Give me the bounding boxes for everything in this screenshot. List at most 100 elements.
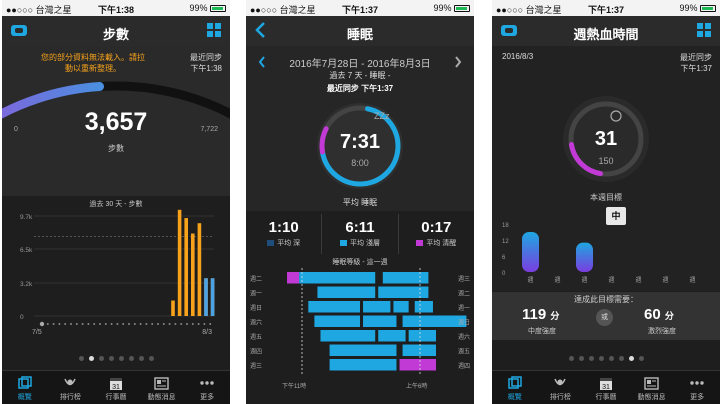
timeline-dot	[180, 323, 183, 325]
timeline-dot	[99, 323, 101, 325]
steps-bar-chart[interactable]: 9.7k 6.5k 3.2k 0	[2, 208, 230, 333]
calendar-icon: 31	[583, 374, 629, 392]
page-dots[interactable]	[492, 348, 720, 366]
goal-level-badge[interactable]: 中	[606, 207, 626, 225]
timeline-dot	[52, 323, 55, 325]
bar	[576, 242, 593, 272]
more-icon	[184, 374, 230, 392]
sleep-segment	[402, 344, 436, 356]
timeline-start	[39, 321, 45, 327]
arc-progress	[2, 82, 105, 119]
sleep-segment	[317, 286, 376, 298]
day-label: 週	[635, 276, 641, 284]
sleep-avg-label: 平均 睡眠	[342, 198, 378, 207]
day-label-right: 週一	[458, 304, 470, 312]
battery-icon	[454, 5, 470, 13]
tab-label: 排行榜	[549, 394, 571, 401]
tab-more[interactable]: 更多	[184, 371, 230, 404]
sleep-segment	[329, 344, 397, 356]
y-tick-label: 0	[502, 271, 506, 277]
steps-screen: ●●○○○ 台灣之星 下午1:38 99% 步數 您的部分資料無法載入。請拉動以…	[2, 0, 230, 404]
timeline-dot	[46, 323, 49, 325]
timeline-dot	[157, 323, 159, 325]
stat-label: 平均 深	[277, 240, 301, 247]
light-swatch	[340, 240, 348, 247]
sleep-segment	[363, 301, 391, 313]
bar	[177, 209, 182, 316]
page-dot[interactable]	[568, 356, 574, 361]
battery-icon	[210, 5, 226, 13]
page-dot[interactable]	[588, 356, 594, 361]
page-dot[interactable]	[638, 356, 644, 361]
tab-leaderboard[interactable]: 排行榜	[538, 371, 584, 404]
tab-news-feed[interactable]: 動態消息	[139, 371, 185, 404]
status-bar: ●●○○○ 台灣之星 下午1:38 99%	[2, 0, 230, 16]
tab-news-feed[interactable]: 動態消息	[629, 371, 675, 404]
timeline-dot	[139, 323, 142, 325]
intensity-screen: ●●○○○ 台灣之星 下午1:37 99% 週熱血時間 2016/8/3 最近同…	[492, 0, 720, 404]
tab-leaderboard[interactable]: 排行榜	[48, 371, 94, 404]
bar	[191, 233, 195, 316]
tab-overview[interactable]: 概覽	[492, 371, 538, 404]
page-dot[interactable]	[618, 356, 624, 361]
sleep-segment	[329, 359, 397, 371]
page-dot[interactable]	[148, 356, 154, 361]
tab-overview[interactable]: 概覽	[2, 371, 48, 404]
page-dot[interactable]	[608, 356, 614, 361]
page-dots[interactable]	[2, 348, 230, 366]
more-icon	[674, 374, 720, 392]
battery-label: 99%	[189, 3, 208, 13]
bar-current	[204, 278, 208, 316]
deep-swatch	[267, 240, 275, 247]
moderate-label: 中度強度	[528, 328, 556, 335]
steps-summary[interactable]: 您的部分資料無法載入。請拉動以重新整理。 最近同步 下午1:38 0 7,722…	[2, 46, 230, 196]
timeline-dot	[151, 323, 154, 325]
y-tick-label: 18	[502, 223, 509, 229]
intensity-bar-chart[interactable]: 18 12 6 0 週 週 週 週 週 週 週	[492, 218, 720, 288]
page-title: 睡眠	[346, 27, 373, 42]
day-label-right: 週二	[458, 290, 470, 298]
page-dot[interactable]	[598, 356, 604, 361]
bar	[197, 223, 202, 316]
page-dot[interactable]	[118, 356, 124, 361]
sleep-segment	[382, 272, 429, 284]
timeline-dot	[203, 323, 206, 325]
page-dot[interactable]	[628, 356, 634, 361]
day-label-right: 週三	[458, 275, 470, 283]
time-left-label: 下午11時	[282, 384, 307, 390]
sleep-levels-chart[interactable]: 週二 週三週一 週二週日 週一週六 週日週五 週六週四 週五週三 週四	[246, 266, 474, 376]
intensity-value: 31	[594, 128, 618, 150]
timeline-dot	[64, 323, 67, 325]
timeline-dot	[110, 323, 113, 325]
deep-stat: 1:10 平均 深	[246, 214, 323, 254]
trophy-icon	[48, 374, 94, 392]
nav-bar: 步數	[2, 16, 230, 46]
page-dot[interactable]	[98, 356, 104, 361]
grid-icon[interactable]	[207, 23, 222, 43]
sync-time: 下午1:37	[680, 64, 712, 73]
sync-time: 最近同步 下午1:37	[326, 84, 394, 93]
svg-text:31: 31	[602, 384, 610, 391]
tab-more[interactable]: 更多	[674, 371, 720, 404]
grid-icon[interactable]	[697, 23, 712, 43]
svg-text:31: 31	[112, 384, 120, 391]
sleep-segment	[408, 330, 436, 342]
page-dot[interactable]	[128, 356, 134, 361]
day-label: 週	[581, 276, 587, 284]
sleep-segment	[320, 330, 376, 342]
sleep-segment	[308, 301, 360, 313]
vigorous-unit: 分	[664, 311, 674, 321]
light-stat: 6:11 平均 淺層	[322, 214, 399, 254]
page-dot[interactable]	[108, 356, 114, 361]
sleep-segment	[402, 315, 467, 327]
page-dot[interactable]	[138, 356, 144, 361]
tab-calendar[interactable]: 31 行事曆	[583, 371, 629, 404]
day-label-right: 週六	[458, 333, 470, 341]
tab-calendar[interactable]: 31 行事曆	[93, 371, 139, 404]
page-dot[interactable]	[578, 356, 584, 361]
page-dot[interactable]	[88, 356, 94, 361]
or-badge: 或	[596, 309, 613, 326]
sleep-summary[interactable]: 2016年7月28日 - 2016年8月3日 過去 7 天 - 睡眠 - 最近同…	[246, 46, 474, 211]
bar	[522, 232, 539, 272]
page-dot[interactable]	[78, 356, 84, 361]
